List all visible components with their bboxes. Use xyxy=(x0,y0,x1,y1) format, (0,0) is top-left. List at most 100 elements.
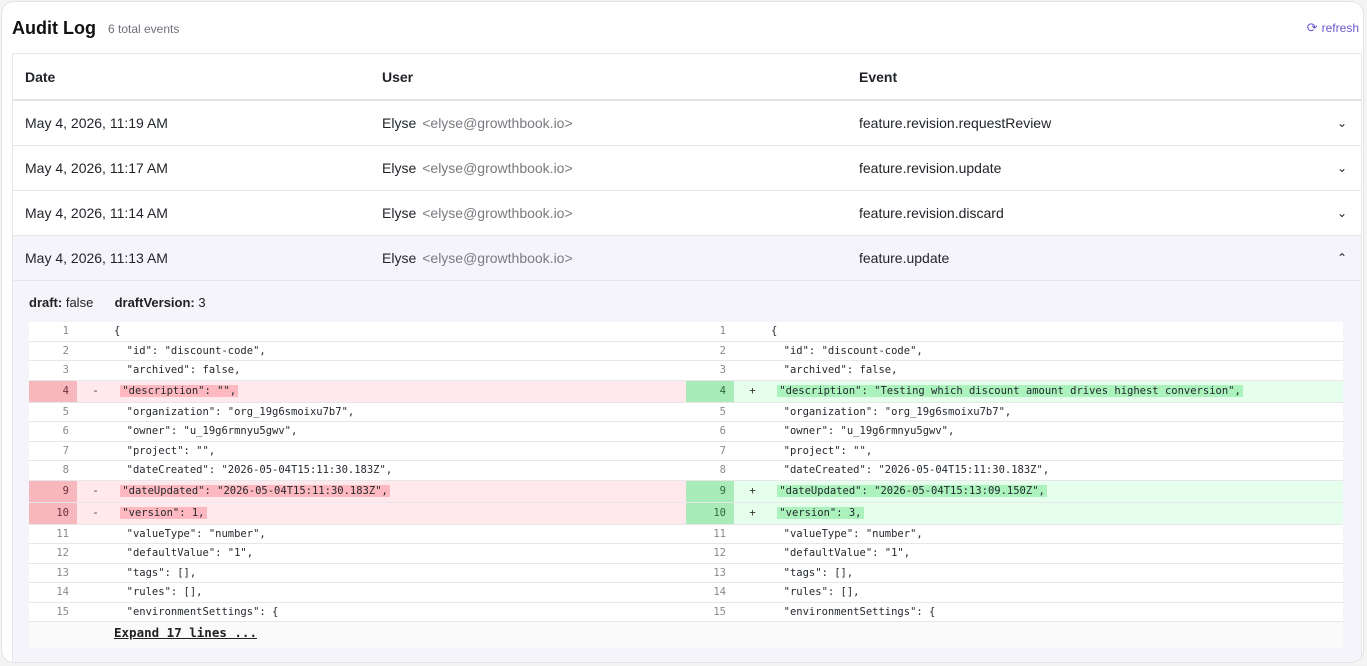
diff-marker xyxy=(734,603,771,622)
code-text: "description": "", xyxy=(114,380,686,402)
table-row[interactable]: May 4, 2026, 11:14 AM Elyse <elyse@growth… xyxy=(13,191,1361,236)
diff-line: 10- "version": 1, 10 + "version": 3, xyxy=(29,502,1343,525)
diff-new-side: 15 "environmentSettings": { xyxy=(686,603,1343,622)
line-number: 8 xyxy=(62,464,69,476)
diff-marker xyxy=(734,403,771,422)
line-number: 4 xyxy=(686,380,734,402)
diff-new-side: 8 "dateCreated": "2026-05-04T15:11:30.18… xyxy=(686,461,1343,480)
user-email: <elyse@growthbook.io> xyxy=(422,205,573,221)
diff-line: 13 "tags": [], 13 "tags": [], xyxy=(29,563,1343,583)
diff-new-side: 1{ xyxy=(686,322,1343,341)
event-date: May 4, 2026, 11:14 AM xyxy=(25,205,168,221)
event-type: feature.update xyxy=(859,250,950,266)
code-text: "dateCreated": "2026-05-04T15:11:30.183Z… xyxy=(114,464,393,476)
table-row-expanded[interactable]: May 4, 2026, 11:13 AM Elyse <elyse@growth… xyxy=(13,236,1361,281)
user-name: Elyse xyxy=(382,250,417,266)
diff-marker xyxy=(77,564,114,583)
changed-text: "description": "", xyxy=(120,384,239,397)
event-detail: draft: false draftVersion: 3 1{1{ 2 "id":… xyxy=(13,281,1361,662)
diff-old-side: 15 "environmentSettings": { xyxy=(29,603,686,622)
diff-marker xyxy=(734,564,771,583)
diff-line: 3 "archived": false, 3 "archived": false, xyxy=(29,361,1343,381)
code-text: "valueType": "number", xyxy=(771,527,923,540)
event-type: feature.revision.discard xyxy=(859,205,1004,221)
refresh-label: refresh xyxy=(1321,21,1359,35)
diff-line: 14 "rules": [], 14 "rules": [], xyxy=(29,583,1343,603)
code-text: "version": 3, xyxy=(771,502,1343,524)
diff-old-side: 12 "defaultValue": "1", xyxy=(29,544,686,563)
diff-new-side: 11 "valueType": "number", xyxy=(686,525,1343,544)
diff-old-side: 14 "rules": [], xyxy=(29,583,686,602)
draft-version-label: draftVersion: xyxy=(114,295,195,310)
line-number: 12 xyxy=(56,547,69,559)
diff-marker: + xyxy=(734,502,771,524)
line-number: 13 xyxy=(713,566,726,579)
diff-line: 9- "dateUpdated": "2026-05-04T15:11:30.1… xyxy=(29,480,1343,503)
line-number: 5 xyxy=(62,405,69,418)
json-diff-viewer: 1{1{2 "id": "discount-code", 2 "id": "dis… xyxy=(29,322,1343,648)
audit-log-panel: Audit Log 6 total events ⟳ refresh Date … xyxy=(2,2,1363,662)
code-text: "defaultValue": "1", xyxy=(771,547,911,559)
chevron-down-icon[interactable]: ⌄ xyxy=(1337,161,1347,175)
code-text: "rules": [], xyxy=(114,586,203,598)
line-number: 6 xyxy=(719,425,726,437)
diff-marker: + xyxy=(734,380,771,402)
draft-label: draft: xyxy=(29,295,63,310)
diff-old-side: 6 "owner": "u_19g6rmnyu5gwv", xyxy=(29,422,686,441)
line-number: 6 xyxy=(62,425,69,437)
diff-new-side: 4 + "description": "Testing which discoun… xyxy=(686,380,1343,402)
diff-new-side: 5 "organization": "org_19g6smoixu7b7", xyxy=(686,403,1343,422)
code-text: "dateUpdated": "2026-05-04T15:11:30.183Z… xyxy=(114,480,686,502)
diff-marker xyxy=(77,442,114,461)
diff-marker xyxy=(77,322,114,341)
table-row[interactable]: May 4, 2026, 11:17 AM Elyse <elyse@growth… xyxy=(13,146,1361,191)
code-text: "id": "discount-code", xyxy=(771,344,923,357)
changed-text: "dateUpdated": "2026-05-04T15:11:30.183Z… xyxy=(120,484,390,497)
line-number: 7 xyxy=(719,444,726,457)
code-text: "defaultValue": "1", xyxy=(114,547,254,559)
line-number: 5 xyxy=(719,405,726,418)
line-number: 7 xyxy=(62,444,69,457)
diff-marker xyxy=(734,544,771,563)
diff-marker xyxy=(77,544,114,563)
diff-marker: - xyxy=(77,380,114,402)
code-text: "description": "Testing which discount a… xyxy=(771,380,1343,402)
event-date: May 4, 2026, 11:17 AM xyxy=(25,160,168,176)
chevron-down-icon[interactable]: ⌄ xyxy=(1337,116,1347,130)
code-text: "dateCreated": "2026-05-04T15:11:30.183Z… xyxy=(771,464,1050,476)
code-text: "archived": false, xyxy=(771,364,898,376)
code-text: { xyxy=(114,325,121,337)
line-number: 10 xyxy=(686,502,734,524)
diff-new-side: 9 + "dateUpdated": "2026-05-04T15:13:09.1… xyxy=(686,480,1343,502)
line-number: 3 xyxy=(719,364,726,376)
diff-marker xyxy=(77,525,114,544)
diff-line: 5 "organization": "org_19g6smoixu7b7", 5 … xyxy=(29,402,1343,422)
diff-new-side: 10 + "version": 3, xyxy=(686,502,1343,524)
code-text: "id": "discount-code", xyxy=(114,344,266,357)
expand-lines-link[interactable]: Expand 17 lines ... xyxy=(114,625,1343,640)
diff-line: 1{1{ xyxy=(29,322,1343,342)
diff-marker: - xyxy=(77,502,114,524)
diff-old-side: 1{ xyxy=(29,322,686,341)
diff-old-side: 11 "valueType": "number", xyxy=(29,525,686,544)
diff-marker xyxy=(734,583,771,602)
line-number: 2 xyxy=(62,344,69,357)
diff-old-side: 5 "organization": "org_19g6smoixu7b7", xyxy=(29,403,686,422)
diff-marker xyxy=(734,461,771,480)
chevron-up-icon[interactable]: ⌃ xyxy=(1337,251,1347,265)
diff-line: 2 "id": "discount-code", 2 "id": "discoun… xyxy=(29,341,1343,361)
draft-value: false xyxy=(65,295,94,310)
event-user: Elyse <elyse@growthbook.io> xyxy=(382,160,573,176)
diff-marker xyxy=(734,322,771,341)
user-email: <elyse@growthbook.io> xyxy=(422,160,573,176)
chevron-down-icon[interactable]: ⌄ xyxy=(1337,206,1347,220)
refresh-button[interactable]: ⟳ refresh xyxy=(1307,20,1359,36)
diff-new-side: 12 "defaultValue": "1", xyxy=(686,544,1343,563)
diff-marker: - xyxy=(77,480,114,502)
event-type: feature.revision.update xyxy=(859,160,1002,176)
diff-marker xyxy=(77,361,114,380)
code-text: "tags": [], xyxy=(771,566,854,579)
table-row[interactable]: May 4, 2026, 11:19 AM Elyse <elyse@growth… xyxy=(13,101,1361,146)
diff-marker xyxy=(77,403,114,422)
event-user: Elyse <elyse@growthbook.io> xyxy=(382,250,573,266)
